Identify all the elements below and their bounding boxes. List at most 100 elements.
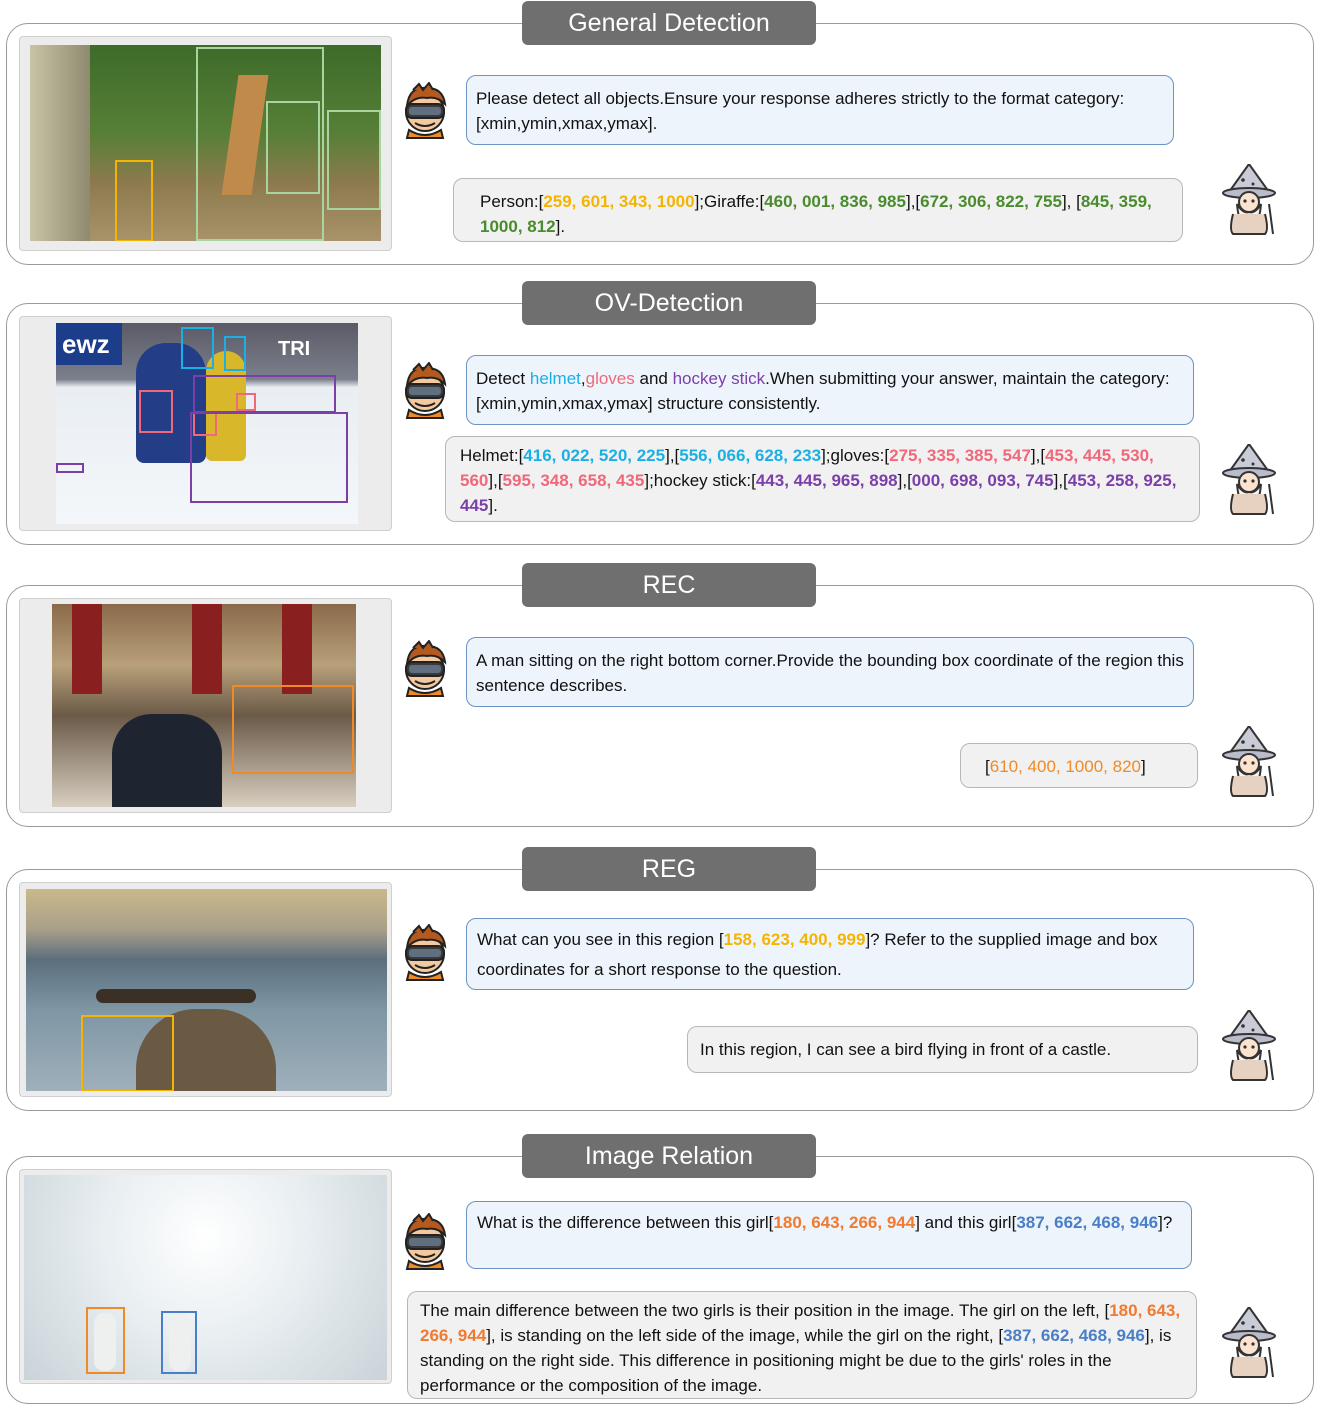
section-title-reg: REG bbox=[522, 847, 816, 891]
category-gloves: gloves bbox=[585, 369, 635, 388]
bbox-coords-girl-left: 180, 643, 266, 944 bbox=[773, 1213, 916, 1232]
section-image-relation: What is the difference between this girl… bbox=[6, 1156, 1314, 1404]
wizard-icon bbox=[1222, 726, 1276, 797]
bbox-coords-man: 610, 400, 1000, 820 bbox=[989, 757, 1141, 776]
wizard-icon bbox=[1222, 1307, 1276, 1378]
bbox-man-right-corner bbox=[232, 685, 354, 774]
bbox-person bbox=[115, 160, 153, 241]
user-question-bubble: A man sitting on the right bottom corner… bbox=[466, 637, 1194, 707]
answer-text: Helmet:[ bbox=[460, 446, 524, 465]
bbox-helmet-1 bbox=[181, 327, 214, 369]
wizard-icon bbox=[1222, 1010, 1276, 1081]
answer-text: Person:[ bbox=[480, 192, 544, 211]
bbox-coords-giraffe: 672, 306, 822, 755 bbox=[920, 192, 1062, 211]
bbox-hockey-stick-2 bbox=[56, 463, 84, 473]
bbox-girl-right bbox=[161, 1311, 197, 1374]
bbox-helmet-2 bbox=[224, 336, 246, 371]
answer-text: The main difference between the two girl… bbox=[420, 1301, 1110, 1320]
bbox-giraffe-3 bbox=[327, 110, 381, 210]
vr-headset-user-icon bbox=[405, 640, 446, 697]
bbox-girl-left bbox=[86, 1307, 125, 1374]
birds-castle-photo bbox=[26, 889, 387, 1091]
answer-text: ];Giraffe:[ bbox=[694, 192, 765, 211]
question-text: ] and this girl[ bbox=[915, 1213, 1017, 1232]
assistant-answer-bubble: [610, 400, 1000, 820] bbox=[960, 743, 1198, 788]
bbox-coords-gloves: 275, 335, 385, 547 bbox=[889, 446, 1031, 465]
curtain-right bbox=[282, 604, 312, 694]
bbox-hockey-stick-3 bbox=[193, 375, 336, 413]
section-title-image-relation: Image Relation bbox=[522, 1134, 816, 1178]
question-text: ]? bbox=[1158, 1213, 1173, 1232]
bbox-coords-person: 259, 601, 343, 1000 bbox=[543, 192, 695, 211]
question-text: What can you see in this region [ bbox=[477, 930, 724, 949]
answer-text: ],[ bbox=[488, 471, 503, 490]
question-text: What is the difference between this girl… bbox=[477, 1213, 774, 1232]
assistant-answer-bubble: Helmet:[416, 022, 520, 225],[556, 066, 6… bbox=[445, 436, 1200, 522]
answer-text: ],[ bbox=[665, 446, 680, 465]
answer-text: ],[ bbox=[1030, 446, 1046, 465]
image-frame bbox=[19, 36, 392, 251]
vr-headset-user-icon bbox=[405, 82, 446, 139]
wizard-icon bbox=[1222, 444, 1276, 515]
section-title-ov-detection: OV-Detection bbox=[522, 281, 816, 325]
answer-text: ], is standing on the left side of the i… bbox=[486, 1326, 1004, 1345]
answer-text: ],[ bbox=[1053, 471, 1068, 490]
gate-pillar bbox=[30, 45, 90, 241]
user-question-bubble: What can you see in this region [158, 62… bbox=[466, 918, 1194, 990]
assistant-answer-bubble: Person:[259, 601, 343, 1000];Giraffe:[46… bbox=[453, 178, 1183, 242]
question-text: and bbox=[634, 369, 673, 388]
birds-flock bbox=[96, 989, 256, 1003]
section-title-rec: REC bbox=[522, 563, 816, 607]
image-frame bbox=[19, 882, 392, 1097]
bbox-giraffe-2 bbox=[266, 101, 320, 194]
bbox-coords-hockey-stick: 000, 698, 093, 745 bbox=[911, 471, 1054, 490]
bbox-coords-region: 158, 623, 400, 999 bbox=[723, 930, 866, 949]
vr-headset-user-icon bbox=[405, 362, 446, 419]
answer-text: ];hockey stick:[ bbox=[644, 471, 756, 490]
answer-text: ],[ bbox=[897, 471, 912, 490]
image-frame: ewz TRI bbox=[19, 316, 392, 531]
section-reg: What can you see in this region [158, 62… bbox=[6, 869, 1314, 1111]
bbox-coords-helmet: 416, 022, 520, 225 bbox=[523, 446, 666, 465]
vr-headset-user-icon bbox=[405, 1213, 446, 1270]
user-question-bubble: Detect helmet,gloves and hockey stick.Wh… bbox=[466, 355, 1194, 425]
curtain-left bbox=[72, 604, 102, 694]
answer-text: ]. bbox=[555, 217, 566, 236]
bbox-coords-hockey-stick: 443, 445, 965, 898 bbox=[755, 471, 898, 490]
bbox-hockey-stick-1 bbox=[190, 412, 348, 503]
category-hockey-stick: hockey stick bbox=[672, 369, 766, 388]
bbox-coords-girl-right: 387, 662, 468, 946 bbox=[1003, 1326, 1145, 1345]
question-text: Please detect all objects.Ensure your re… bbox=[476, 89, 1125, 133]
bbox-coords-helmet: 556, 066, 628, 233 bbox=[679, 446, 822, 465]
image-frame bbox=[19, 1169, 392, 1384]
bbox-coords-girl-right: 387, 662, 468, 946 bbox=[1016, 1213, 1159, 1232]
assistant-answer-bubble: The main difference between the two girl… bbox=[407, 1291, 1197, 1399]
dancers-photo bbox=[24, 1175, 387, 1380]
section-rec: A man sitting on the right bottom corner… bbox=[6, 585, 1314, 827]
user-question-bubble: Please detect all objects.Ensure your re… bbox=[466, 75, 1174, 145]
category-helmet: helmet bbox=[529, 369, 581, 388]
bbox-bird bbox=[81, 1015, 174, 1091]
image-frame bbox=[19, 598, 392, 813]
ewz-logo: ewz bbox=[56, 323, 122, 365]
user-question-bubble: What is the difference between this girl… bbox=[466, 1201, 1192, 1269]
hockey-photo: ewz TRI bbox=[56, 323, 358, 524]
section-general-detection: Please detect all objects.Ensure your re… bbox=[6, 23, 1314, 265]
answer-text: In this region, I can see a bird flying … bbox=[700, 1040, 1112, 1059]
curtain-middle bbox=[192, 604, 222, 694]
vr-headset-user-icon bbox=[405, 924, 446, 981]
answer-text: ];gloves:[ bbox=[821, 446, 890, 465]
section-ov-detection: ewz TRI Detect helmet,gloves and hockey … bbox=[6, 303, 1314, 545]
bbox-gloves-1 bbox=[139, 390, 173, 433]
question-text: Detect bbox=[476, 369, 530, 388]
answer-text: ], [ bbox=[1061, 192, 1081, 211]
answer-text: ]. bbox=[488, 496, 498, 515]
wizard-icon bbox=[1222, 164, 1276, 235]
answer-text: ] bbox=[1140, 757, 1146, 776]
oval-office-photo bbox=[52, 604, 356, 807]
tri-logo: TRI bbox=[278, 338, 311, 360]
question-text: A man sitting on the right bottom corner… bbox=[476, 651, 1184, 695]
answer-text: ],[ bbox=[905, 192, 921, 211]
bbox-coords-gloves: 595, 348, 658, 435 bbox=[502, 471, 645, 490]
person-back bbox=[112, 714, 222, 807]
